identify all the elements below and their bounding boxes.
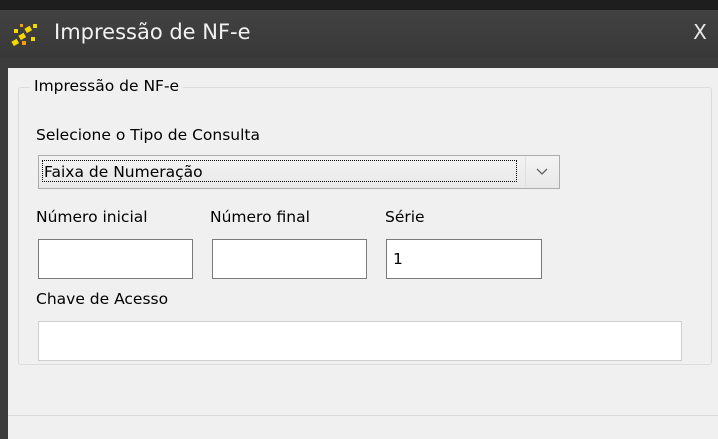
query-type-select[interactable]: Faixa de Numeração xyxy=(38,155,560,189)
access-key-input[interactable] xyxy=(38,321,682,361)
query-type-selected-value: Faixa de Numeração xyxy=(42,160,517,182)
close-button[interactable]: X xyxy=(688,20,712,44)
footer-separator xyxy=(8,415,718,416)
chevron-down-icon xyxy=(536,168,548,175)
end-number-input[interactable] xyxy=(212,239,367,279)
end-number-label: Número final xyxy=(210,208,310,226)
dialog-body: Impressão de NF-e Selecione o Tipo de Co… xyxy=(8,68,718,439)
title-bar[interactable]: Impressão de NF-e X xyxy=(0,10,718,58)
query-type-label: Selecione o Tipo de Consulta xyxy=(36,126,260,144)
sparkle-icon xyxy=(11,24,37,47)
groupbox-title: Impressão de NF-e xyxy=(30,77,184,95)
series-input[interactable] xyxy=(386,239,542,279)
start-number-label: Número inicial xyxy=(36,208,148,226)
dialog-window: Impressão de NF-e X Impressão de NF-e Se… xyxy=(0,10,718,439)
dropdown-button[interactable] xyxy=(525,157,558,187)
start-number-input[interactable] xyxy=(38,239,193,279)
window-title: Impressão de NF-e xyxy=(54,20,251,44)
access-key-label: Chave de Acesso xyxy=(36,290,169,308)
series-label: Série xyxy=(385,208,425,226)
